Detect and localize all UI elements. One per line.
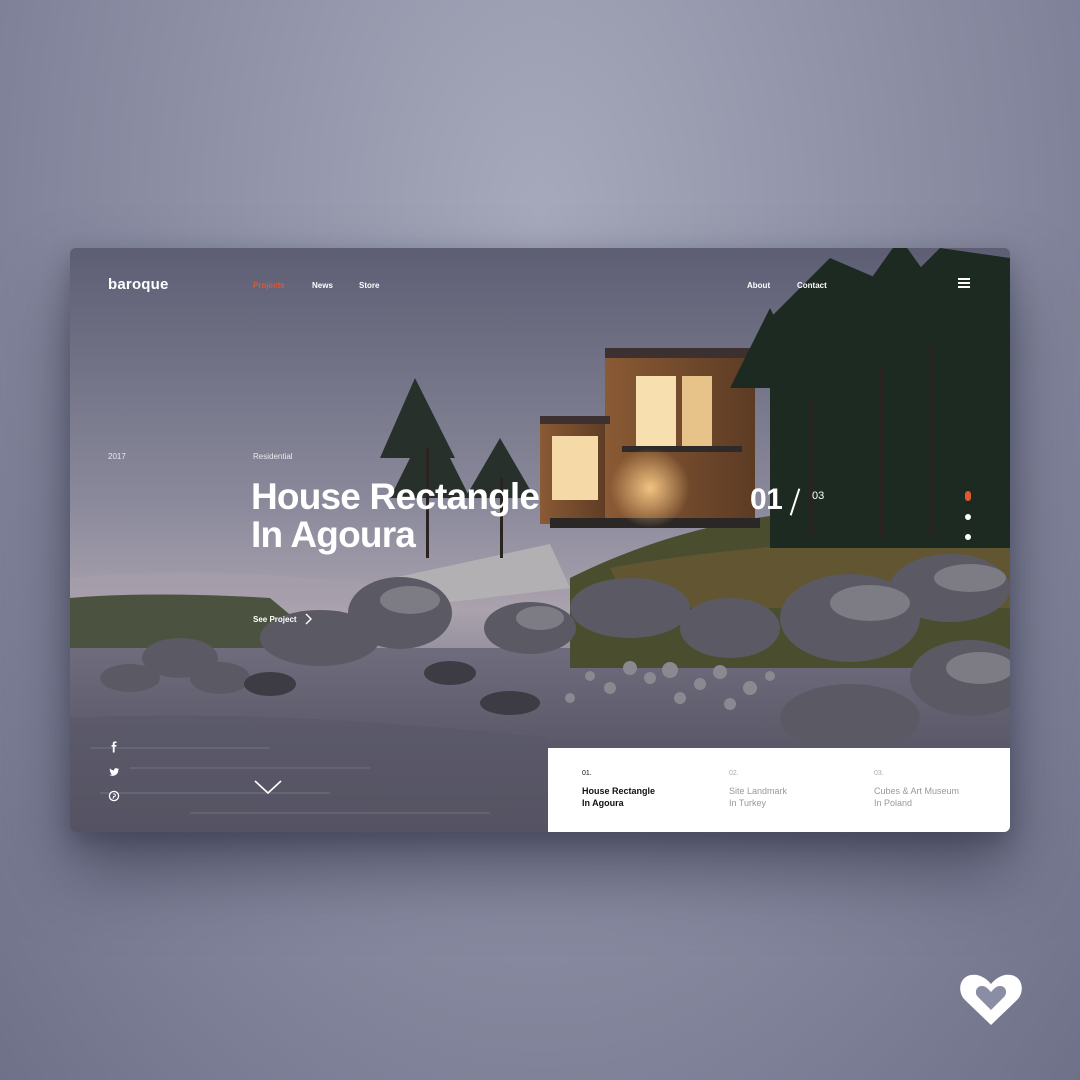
chevron-right-icon[interactable] bbox=[303, 612, 313, 626]
nav-link-contact[interactable]: Contact bbox=[797, 281, 827, 290]
projects-panel: 01. House Rectangle In Agoura 02. Site L… bbox=[548, 748, 1010, 832]
nav-link-about[interactable]: About bbox=[747, 281, 770, 290]
website-mockup: baroque Projects News Store About Contac… bbox=[70, 248, 1010, 832]
project-item-2[interactable]: 02. Site Landmark In Turkey bbox=[729, 770, 859, 809]
slide-counter-total: 03 bbox=[812, 490, 825, 502]
nav-link-projects[interactable]: Projects bbox=[253, 281, 285, 290]
project-number: 01. bbox=[582, 770, 592, 777]
project-category: Residential bbox=[253, 452, 293, 461]
pinterest-icon[interactable] bbox=[108, 790, 120, 802]
slider-dot-3[interactable] bbox=[965, 534, 971, 540]
project-year: 2017 bbox=[108, 452, 126, 461]
project-item-1[interactable]: 01. House Rectangle In Agoura bbox=[582, 770, 712, 809]
facebook-icon[interactable] bbox=[108, 741, 120, 753]
project-title: House Rectangle In Agoura bbox=[582, 786, 656, 808]
nav-link-news[interactable]: News bbox=[312, 281, 333, 290]
slider-dot-1[interactable] bbox=[965, 491, 971, 501]
brand-logo[interactable]: baroque bbox=[108, 276, 169, 293]
twitter-icon[interactable] bbox=[108, 766, 120, 778]
project-number: 02. bbox=[729, 770, 739, 777]
hero-title: House Rectangle In Agoura bbox=[251, 476, 540, 555]
chevron-down-icon[interactable] bbox=[253, 778, 283, 796]
project-title: Cubes & Art Museum In Poland bbox=[874, 786, 960, 808]
nav-link-store[interactable]: Store bbox=[359, 281, 379, 290]
top-navigation: baroque Projects News Store About Contac… bbox=[70, 248, 1010, 318]
project-number: 03. bbox=[874, 770, 884, 777]
slide-counter-current: 01 bbox=[750, 483, 783, 516]
heart-icon bbox=[960, 974, 1022, 1025]
project-item-3[interactable]: 03. Cubes & Art Museum In Poland bbox=[874, 770, 1004, 809]
see-project-link[interactable]: See Project bbox=[253, 615, 297, 624]
slider-dot-2[interactable] bbox=[965, 514, 971, 520]
hamburger-icon[interactable] bbox=[958, 278, 972, 290]
project-title: Site Landmark In Turkey bbox=[729, 786, 788, 808]
